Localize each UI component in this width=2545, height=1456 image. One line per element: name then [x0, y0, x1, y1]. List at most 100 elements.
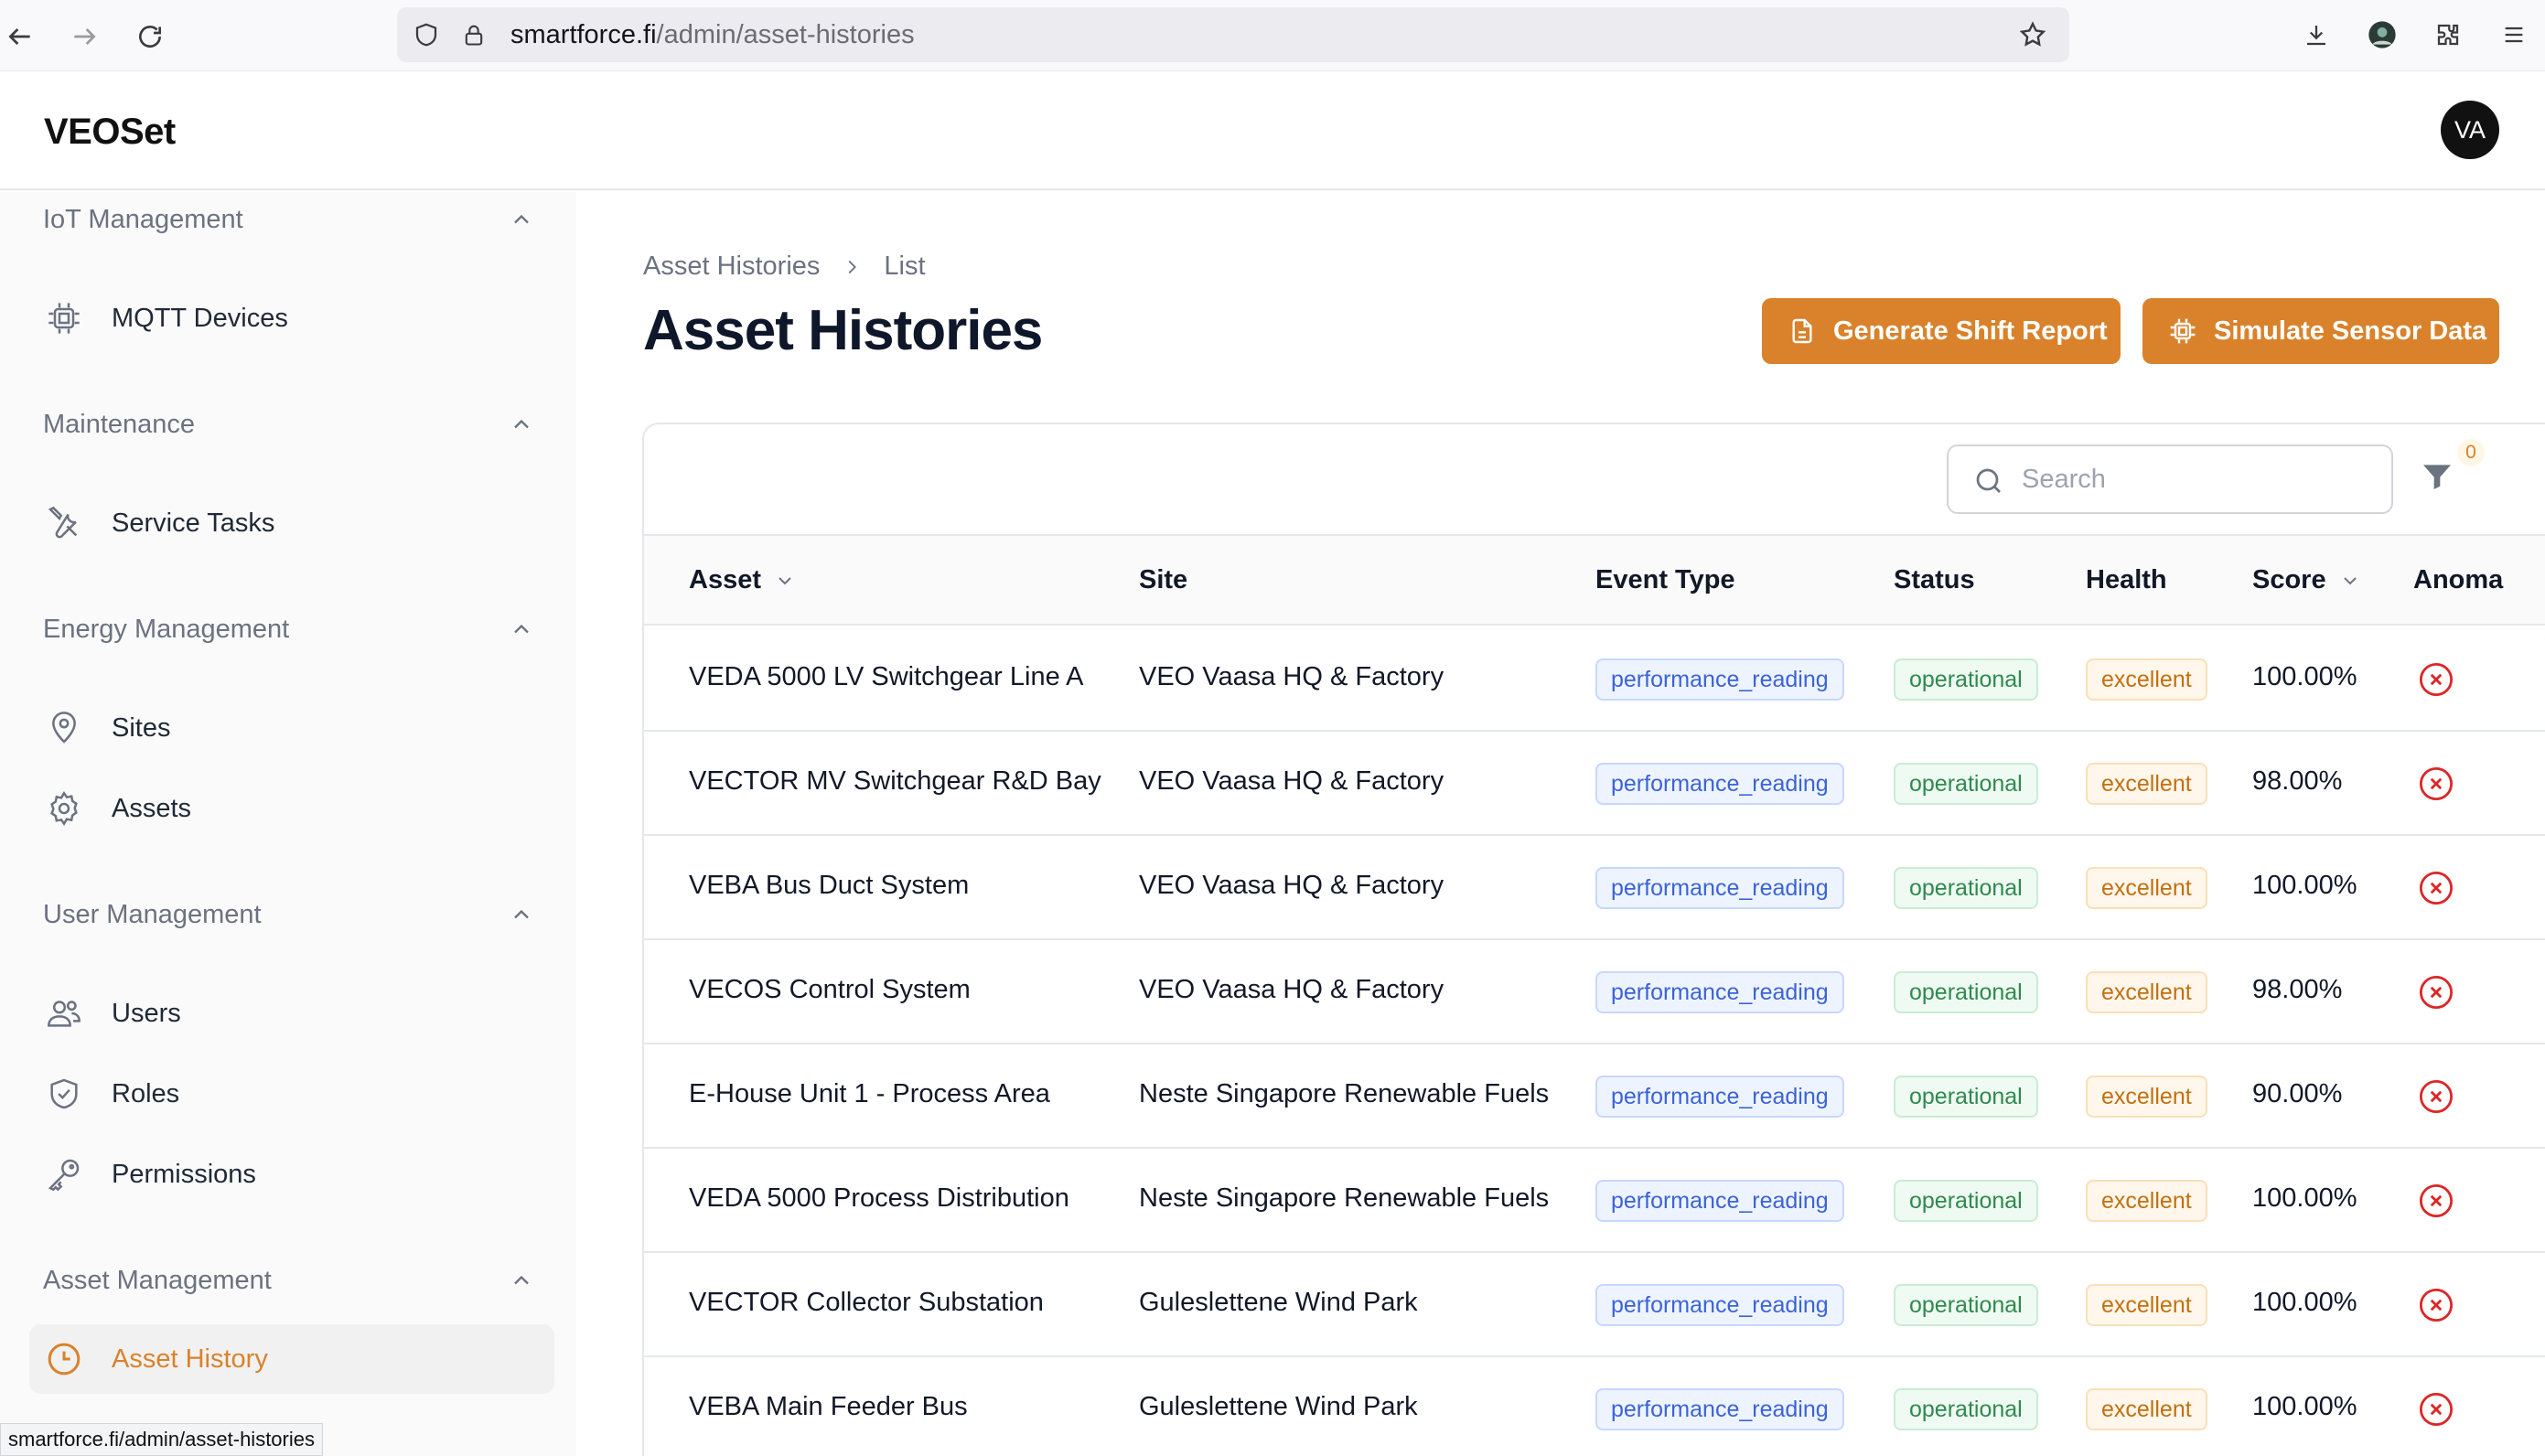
sidebar-item-mqtt-devices[interactable]: MQTT Devices: [29, 284, 554, 353]
button-label: Generate Shift Report: [1833, 316, 2108, 346]
back-icon[interactable]: [0, 16, 40, 57]
table-row[interactable]: VEBA Main Feeder Bus Guleslettene Wind Pa…: [644, 1357, 2545, 1456]
cell-score: 98.00%: [2252, 975, 2343, 1004]
cell-score: 100.00%: [2252, 1288, 2357, 1317]
search-input[interactable]: [2022, 459, 2369, 499]
anomaly-x-circle-icon: [2417, 1286, 2455, 1324]
user-avatar[interactable]: VA: [2441, 101, 2499, 159]
key-icon: [44, 1154, 84, 1194]
cell-score: 98.00%: [2252, 766, 2343, 796]
anomaly-x-circle-icon: [2417, 869, 2455, 907]
download-icon[interactable]: [2298, 16, 2335, 53]
sidebar-item-label: Service Tasks: [112, 508, 275, 538]
cell-asset: VECTOR Collector Substation: [689, 1288, 1044, 1317]
status-bar-url: smartforce.fi/admin/asset-histories: [0, 1423, 323, 1456]
table-row[interactable]: VEDA 5000 Process Distribution Neste Sing…: [644, 1149, 2545, 1253]
address-bar[interactable]: smartforce.fi/admin/asset-histories: [397, 7, 2069, 62]
sidebar-group-energy-management[interactable]: Energy Management: [43, 615, 289, 645]
sidebar-group-iot-management[interactable]: IoT Management: [43, 205, 243, 235]
sidebar-group-maintenance[interactable]: Maintenance: [43, 410, 195, 440]
shield-check-icon: [44, 1074, 84, 1114]
chevron-up-icon[interactable]: [509, 1268, 534, 1293]
sidebar-group-user-management[interactable]: User Management: [43, 900, 262, 930]
table-row[interactable]: VECOS Control System VEO Vaasa HQ & Facto…: [644, 940, 2545, 1044]
map-pin-icon: [44, 708, 84, 748]
generate-shift-report-button[interactable]: Generate Shift Report: [1762, 298, 2121, 364]
event-type-badge: performance_reading: [1595, 1180, 1844, 1222]
health-badge: excellent: [2086, 1180, 2207, 1222]
column-site: Site: [1139, 565, 1188, 594]
sidebar-item-label: MQTT Devices: [112, 303, 288, 333]
table-row[interactable]: VECTOR MV Switchgear R&D Bay VEO Vaasa HQ…: [644, 732, 2545, 836]
cell-asset: E-House Unit 1 - Process Area: [689, 1079, 1050, 1108]
simulate-sensor-data-button[interactable]: Simulate Sensor Data: [2142, 298, 2499, 364]
cell-site: VEO Vaasa HQ & Factory: [1139, 766, 1444, 796]
gear-icon: [44, 788, 84, 829]
table-row[interactable]: E-House Unit 1 - Process Area Neste Singa…: [644, 1044, 2545, 1149]
sidebar-item-permissions[interactable]: Permissions: [29, 1140, 554, 1209]
sidebar-item-label: Users: [112, 998, 181, 1028]
sidebar-item-label: Sites: [112, 712, 171, 743]
cell-site: VEO Vaasa HQ & Factory: [1139, 871, 1444, 900]
cell-asset: VEDA 5000 Process Distribution: [689, 1183, 1069, 1213]
brand-logo[interactable]: VEOSet: [44, 112, 176, 153]
sidebar-group-asset-management[interactable]: Asset Management: [43, 1266, 272, 1296]
chevron-down-icon[interactable]: [2339, 570, 2361, 592]
extensions-icon[interactable]: [2430, 16, 2466, 53]
clock-icon: [44, 1339, 84, 1379]
event-type-badge: performance_reading: [1595, 867, 1844, 909]
event-type-badge: performance_reading: [1595, 1076, 1844, 1118]
sidebar-item-service-tasks[interactable]: Service Tasks: [29, 488, 554, 558]
users-icon: [44, 993, 84, 1033]
cell-site: Neste Singapore Renewable Fuels: [1139, 1183, 1550, 1213]
menu-icon[interactable]: [2496, 16, 2532, 53]
table-row[interactable]: VEDA 5000 LV Switchgear Line A VEO Vaasa …: [644, 627, 2545, 732]
filter-icon[interactable]: [2419, 457, 2459, 498]
chevron-up-icon[interactable]: [509, 902, 534, 927]
event-type-badge: performance_reading: [1595, 1284, 1844, 1326]
search-icon: [1972, 465, 2005, 502]
filter-count-badge: 0: [2457, 439, 2485, 466]
cell-site: Guleslettene Wind Park: [1139, 1392, 1418, 1421]
chevron-right-icon: [842, 257, 862, 277]
breadcrumb-link-asset-histories[interactable]: Asset Histories: [643, 252, 820, 282]
cell-asset: VEDA 5000 LV Switchgear Line A: [689, 662, 1084, 691]
column-score[interactable]: Score: [2252, 565, 2361, 595]
cell-asset: VECOS Control System: [689, 975, 971, 1004]
table-row[interactable]: VECTOR Collector Substation Guleslettene …: [644, 1253, 2545, 1357]
sidebar-item-asset-history[interactable]: Asset History: [29, 1324, 554, 1394]
sidebar-item-users[interactable]: Users: [29, 979, 554, 1048]
lock-icon[interactable]: [457, 18, 490, 51]
column-event-type: Event Type: [1595, 565, 1735, 594]
bookmark-star-icon[interactable]: [2016, 18, 2049, 51]
column-status: Status: [1894, 565, 1975, 594]
status-badge: operational: [1894, 867, 2038, 909]
profile-icon[interactable]: [2364, 16, 2400, 53]
anomaly-x-circle-icon: [2417, 1182, 2455, 1220]
sidebar-item-assets[interactable]: Assets: [29, 774, 554, 843]
cell-site: Guleslettene Wind Park: [1139, 1288, 1418, 1317]
browser-toolbar: smartforce.fi/admin/asset-histories: [0, 0, 2545, 71]
chevron-down-icon[interactable]: [774, 570, 796, 592]
anomaly-x-circle-icon: [2417, 1390, 2455, 1429]
app-header: VEOSet VA: [0, 71, 2545, 190]
sidebar-item-label: Permissions: [112, 1159, 256, 1189]
sidebar-item-sites[interactable]: Sites: [29, 693, 554, 763]
health-badge: excellent: [2086, 1076, 2207, 1118]
forward-icon[interactable]: [64, 16, 104, 57]
shield-icon[interactable]: [410, 18, 443, 51]
tools-icon: [44, 503, 84, 543]
chevron-up-icon[interactable]: [509, 412, 534, 437]
table-row[interactable]: VEBA Bus Duct System VEO Vaasa HQ & Facto…: [644, 836, 2545, 940]
button-label: Simulate Sensor Data: [2214, 316, 2487, 346]
column-asset[interactable]: Asset: [689, 565, 796, 595]
anomaly-x-circle-icon: [2417, 765, 2455, 803]
cell-site: VEO Vaasa HQ & Factory: [1139, 662, 1444, 691]
chevron-up-icon[interactable]: [509, 616, 534, 642]
health-badge: excellent: [2086, 1284, 2207, 1326]
sidebar-item-roles[interactable]: Roles: [29, 1059, 554, 1129]
health-badge: excellent: [2086, 658, 2207, 701]
search-box[interactable]: [1947, 444, 2393, 514]
reload-icon[interactable]: [130, 16, 170, 57]
chevron-up-icon[interactable]: [509, 207, 534, 232]
